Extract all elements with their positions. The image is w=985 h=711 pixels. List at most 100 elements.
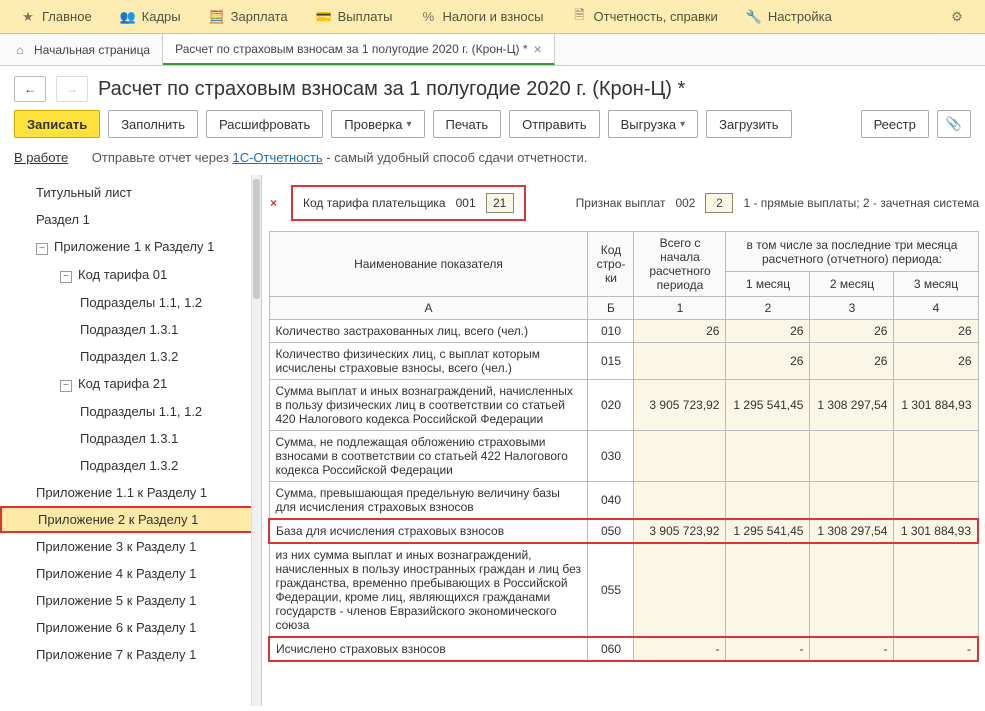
menu-main-label: Главное [42, 9, 92, 24]
tree-app2[interactable]: Приложение 2 к Разделу 1 [0, 506, 261, 533]
minus-icon[interactable]: − [36, 243, 48, 255]
menu-hr[interactable]: 👥Кадры [106, 3, 195, 31]
cell-m3[interactable]: 1 301 884,93 [894, 519, 978, 543]
th-col3: 3 [810, 297, 894, 320]
cell-total[interactable]: 3 905 723,92 [634, 380, 726, 431]
cell-m1[interactable]: 26 [726, 320, 810, 343]
tree-app7[interactable]: Приложение 7 к Разделу 1 [0, 641, 261, 668]
tab-report[interactable]: Расчет по страховым взносам за 1 полугод… [163, 34, 555, 65]
menu-reports[interactable]: 🗎Отчетность, справки [558, 3, 732, 31]
tree-app1[interactable]: −Приложение 1 к Разделу 1 [0, 233, 261, 261]
tree-titlepage[interactable]: Титульный лист [0, 179, 261, 206]
cell-total[interactable] [634, 543, 726, 637]
cell-m2[interactable]: 1 308 297,54 [810, 380, 894, 431]
attach-button[interactable]: 📎 [937, 110, 971, 138]
menu-settings[interactable]: 🔧Настройка [732, 3, 846, 31]
tree-sec1[interactable]: Раздел 1 [0, 206, 261, 233]
tree-app4[interactable]: Приложение 4 к Разделу 1 [0, 560, 261, 587]
cell-m2[interactable]: 26 [810, 320, 894, 343]
cell-m1[interactable]: 26 [726, 343, 810, 380]
cell-name: Исчислено страховых взносов [269, 637, 588, 661]
cell-m1[interactable] [726, 482, 810, 520]
tree-sub-11-12-b[interactable]: Подразделы 1.1, 1.2 [0, 398, 261, 425]
tab-report-label: Расчет по страховым взносам за 1 полугод… [175, 42, 527, 56]
import-button[interactable]: Загрузить [706, 110, 791, 138]
nav-back-button[interactable]: ← [14, 76, 46, 102]
menu-taxes[interactable]: %Налоги и взносы [406, 3, 557, 31]
save-button[interactable]: Записать [14, 110, 100, 138]
status-inwork-link[interactable]: В работе [14, 150, 68, 165]
tariff-value-field[interactable]: 21 [486, 193, 514, 213]
cell-m1[interactable] [726, 431, 810, 482]
cell-m2[interactable] [810, 543, 894, 637]
nav-forward-button[interactable]: → [56, 76, 88, 102]
sign-hint: 1 - прямые выплаты; 2 - зачетная система [743, 196, 979, 210]
minus-icon[interactable]: − [60, 271, 72, 283]
fill-button[interactable]: Заполнить [108, 110, 198, 138]
cell-m3[interactable] [894, 482, 978, 520]
close-icon[interactable]: × [534, 41, 542, 57]
cell-m2[interactable]: 26 [810, 343, 894, 380]
cell-m3[interactable]: - [894, 637, 978, 661]
cell-total[interactable]: 26 [634, 320, 726, 343]
tree-t01[interactable]: −Код тарифа 01 [0, 261, 261, 289]
cell-total[interactable] [634, 482, 726, 520]
cell-m3[interactable]: 1 301 884,93 [894, 380, 978, 431]
cell-m1[interactable]: 1 295 541,45 [726, 519, 810, 543]
cell-m2[interactable]: - [810, 637, 894, 661]
tree-sub-131-b[interactable]: Подраздел 1.3.1 [0, 425, 261, 452]
tree-app11[interactable]: Приложение 1.1 к Разделу 1 [0, 479, 261, 506]
tree-sub-132-a[interactable]: Подраздел 1.3.2 [0, 343, 261, 370]
menu-payments[interactable]: 💳Выплаты [302, 3, 407, 31]
cell-m3[interactable]: 26 [894, 343, 978, 380]
status-link[interactable]: 1С-Отчетность [232, 150, 322, 165]
menu-taxes-label: Налоги и взносы [442, 9, 543, 24]
check-button[interactable]: Проверка▾ [331, 110, 424, 138]
cell-total[interactable]: 3 905 723,92 [634, 519, 726, 543]
cell-total[interactable] [634, 431, 726, 482]
tree-sub-131-a[interactable]: Подраздел 1.3.1 [0, 316, 261, 343]
cell-m3[interactable] [894, 431, 978, 482]
registry-button[interactable]: Реестр [861, 110, 929, 138]
decode-button[interactable]: Расшифровать [206, 110, 323, 138]
cell-code: 030 [588, 431, 634, 482]
status-suffix: - самый удобный способ сдачи отчетности. [323, 150, 588, 165]
tab-home[interactable]: ⌂Начальная страница [0, 34, 163, 65]
tree-t21[interactable]: −Код тарифа 21 [0, 370, 261, 398]
th-total: Всего с начала расчетного периода [634, 232, 726, 297]
th-colB: Б [588, 297, 634, 320]
cell-total[interactable] [634, 343, 726, 380]
send-button[interactable]: Отправить [509, 110, 599, 138]
scrollbar-thumb[interactable] [253, 179, 260, 299]
doc-icon: 🗎 [572, 9, 588, 25]
cell-m2[interactable] [810, 431, 894, 482]
minus-icon[interactable]: − [60, 380, 72, 392]
export-button[interactable]: Выгрузка▾ [608, 110, 699, 138]
sidebar-scrollbar[interactable] [251, 175, 261, 706]
tree-app6[interactable]: Приложение 6 к Разделу 1 [0, 614, 261, 641]
cell-m2[interactable] [810, 482, 894, 520]
th-name: Наименование показателя [269, 232, 588, 297]
star-icon: ★ [20, 9, 36, 25]
cell-total[interactable]: - [634, 637, 726, 661]
cell-name: База для исчисления страховых взносов [269, 519, 588, 543]
table-row: Сумма, не подлежащая обложению страховым… [269, 431, 978, 482]
tree-app5[interactable]: Приложение 5 к Разделу 1 [0, 587, 261, 614]
tree-app3[interactable]: Приложение 3 к Разделу 1 [0, 533, 261, 560]
menu-main[interactable]: ★ Главное [6, 3, 106, 31]
menu-gear[interactable]: ⚙ [935, 3, 979, 31]
tree-sub-132-b[interactable]: Подраздел 1.3.2 [0, 452, 261, 479]
sign-value-field[interactable]: 2 [705, 193, 733, 213]
print-button[interactable]: Печать [433, 110, 502, 138]
cell-name: Количество физических лиц, с выплат кото… [269, 343, 588, 380]
cell-m3[interactable]: 26 [894, 320, 978, 343]
title-row: ← → Расчет по страховым взносам за 1 пол… [0, 66, 985, 110]
menu-salary[interactable]: 🧮Зарплата [195, 3, 302, 31]
cell-m2[interactable]: 1 308 297,54 [810, 519, 894, 543]
cell-m3[interactable] [894, 543, 978, 637]
cell-m1[interactable] [726, 543, 810, 637]
cell-m1[interactable]: 1 295 541,45 [726, 380, 810, 431]
toolbar: Записать Заполнить Расшифровать Проверка… [0, 110, 985, 146]
tree-sub-11-12-a[interactable]: Подразделы 1.1, 1.2 [0, 289, 261, 316]
cell-m1[interactable]: - [726, 637, 810, 661]
